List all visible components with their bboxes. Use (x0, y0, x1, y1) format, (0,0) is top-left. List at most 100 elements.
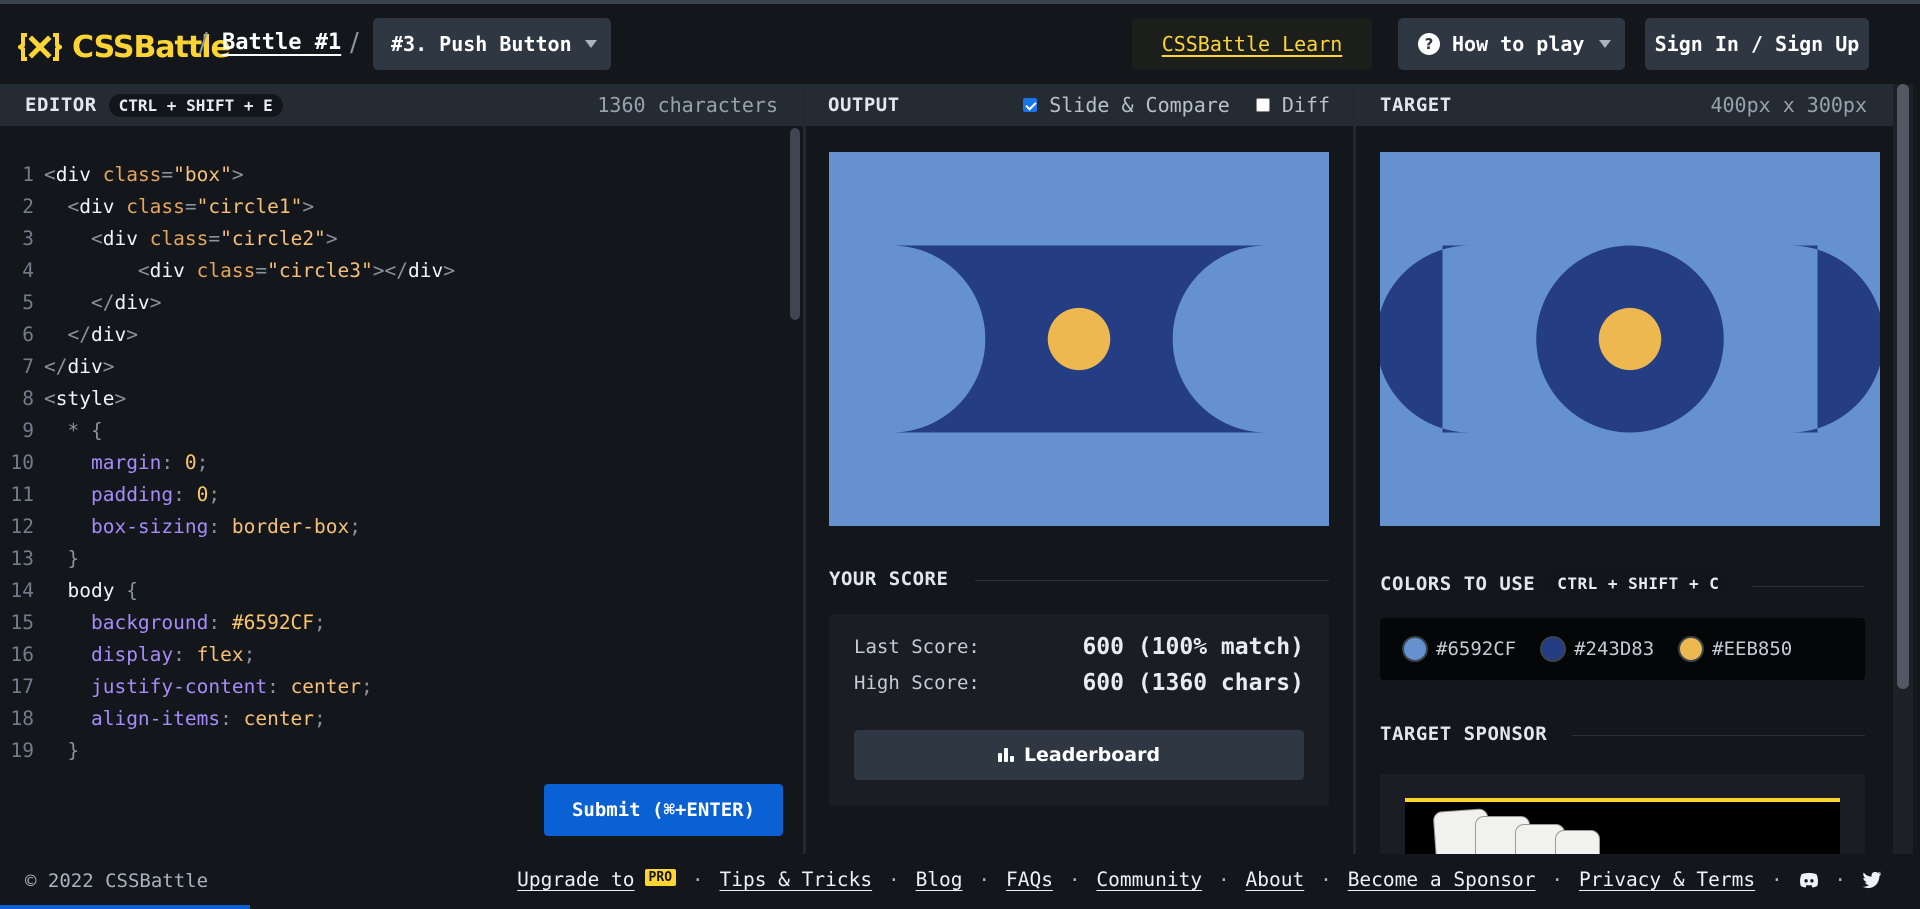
twitter-icon[interactable] (1862, 871, 1882, 889)
diff-checkbox[interactable] (1255, 98, 1270, 112)
last-score-row: Last Score: 600 (100% match) (854, 634, 1304, 660)
slide-compare-checkbox[interactable] (1023, 98, 1038, 112)
code-line[interactable]: 17 justify-content: center; (0, 671, 780, 703)
code-token: : (173, 643, 197, 666)
code-token: } (67, 547, 80, 570)
code-text: <div class="circle1"> (44, 191, 314, 223)
code-line[interactable]: 10 margin: 0; (0, 447, 780, 479)
code-token: < (44, 387, 56, 410)
phone-mockup (1555, 830, 1600, 854)
code-token: > (325, 227, 338, 250)
code-text: } (44, 543, 79, 575)
blog-link[interactable]: Blog (916, 868, 963, 891)
leaderboard-button[interactable]: Leaderboard (854, 730, 1304, 780)
code-line[interactable]: 9 * { (0, 415, 780, 447)
panel-divider[interactable] (803, 84, 806, 854)
code-text: </div> (44, 319, 137, 351)
code-text: } (44, 735, 79, 767)
code-token: "circle1" (196, 195, 303, 218)
code-token: = (184, 195, 197, 218)
code-line[interactable]: 7 </div> (0, 351, 780, 383)
code-token: body (67, 579, 127, 602)
code-line[interactable]: 19 } (0, 735, 780, 767)
privacy-link[interactable]: Privacy & Terms (1579, 868, 1755, 891)
code-line[interactable]: 4 <div class="circle3"></div> (0, 255, 780, 287)
code-token: "box" (173, 163, 232, 186)
code-token: class (196, 259, 256, 282)
code-line[interactable]: 18 align-items: center; (0, 703, 780, 735)
code-token: : (173, 483, 197, 506)
code-text: body { (44, 575, 137, 607)
diff-label[interactable]: Diff (1282, 93, 1330, 117)
chevron-down-icon (585, 40, 597, 48)
code-line[interactable]: 6 </div> (0, 319, 780, 351)
code-token: ></ (372, 259, 408, 282)
community-link[interactable]: Community (1096, 868, 1202, 891)
code-line[interactable]: 15 background: #6592CF; (0, 607, 780, 639)
code-token: : (208, 611, 232, 634)
about-link[interactable]: About (1246, 868, 1305, 891)
bar-chart-icon (997, 748, 1014, 762)
code-text: box-sizing: border-box; (44, 511, 361, 543)
sign-in-button[interactable]: Sign In / Sign Up (1645, 18, 1869, 70)
code-line[interactable]: 16 display: flex; (0, 639, 780, 671)
level-select[interactable]: #3. Push Button (373, 18, 611, 70)
code-token: < (137, 259, 150, 282)
output-preview[interactable] (829, 152, 1329, 526)
code-line[interactable]: 12 box-sizing: border-box; (0, 511, 780, 543)
learn-link[interactable]: CSSBattle Learn (1132, 18, 1372, 70)
sponsor-image[interactable] (1405, 798, 1840, 854)
footer-separator: · (978, 868, 990, 891)
color-dot (1540, 636, 1567, 662)
battle-link[interactable]: Battle #1 (222, 30, 341, 55)
code-line[interactable]: 8 <style> (0, 383, 780, 415)
code-editor[interactable]: 1 <div class="box"> 2 <div class="circle1"… (0, 126, 803, 852)
discord-icon[interactable] (1799, 871, 1819, 889)
page-scrollbar-thumb[interactable] (1897, 84, 1909, 689)
target-preview[interactable] (1380, 152, 1880, 526)
code-token: : (267, 675, 291, 698)
code-line[interactable]: 14 body { (0, 575, 780, 607)
page-scrollbar[interactable] (1893, 84, 1913, 854)
code-line[interactable]: 2 <div class="circle1"> (0, 191, 780, 223)
leaderboard-label: Leaderboard (1023, 744, 1161, 766)
color-swatch[interactable]: #243D83 (1540, 636, 1654, 662)
code-text: <div class="circle3"></div> (44, 255, 455, 287)
code-line[interactable]: 1 <div class="box"> (0, 159, 780, 191)
upgrade-link[interactable]: Upgrade to (517, 868, 634, 891)
submit-button[interactable]: Submit (⌘+ENTER) (544, 784, 783, 836)
color-swatch[interactable]: #6592CF (1402, 636, 1516, 662)
divider (1572, 735, 1865, 736)
how-to-play-button[interactable]: ? How to play (1398, 18, 1625, 70)
tips-link[interactable]: Tips & Tricks (719, 868, 872, 891)
code-lines[interactable]: 1 <div class="box"> 2 <div class="circle1"… (0, 159, 780, 767)
become-sponsor-link[interactable]: Become a Sponsor (1348, 868, 1536, 891)
color-swatch[interactable]: #EEB850 (1678, 636, 1792, 662)
code-line[interactable]: 5 </div> (0, 287, 780, 319)
slide-compare-label[interactable]: Slide & Compare (1049, 93, 1230, 117)
sponsor-title: TARGET SPONSOR (1380, 723, 1548, 745)
code-token: = (161, 163, 174, 186)
code-token: align-items (90, 707, 221, 730)
bottom-accent (0, 905, 250, 909)
faqs-link[interactable]: FAQs (1006, 868, 1053, 891)
code-token: div (114, 291, 150, 314)
code-token: display (90, 643, 174, 666)
line-number: 3 (22, 227, 34, 250)
header: CSSBattle / Battle #1 / #3. Push Button … (0, 4, 1920, 84)
code-line[interactable]: 13 } (0, 543, 780, 575)
code-token: ; (243, 643, 256, 666)
score-panel: Last Score: 600 (100% match) High Score:… (829, 614, 1329, 806)
editor-header: EDITOR CTRL + SHIFT + E 1360 characters (0, 84, 803, 126)
editor-scrollbar[interactable] (790, 128, 800, 320)
code-token: div (79, 195, 127, 218)
chevron-down-icon (1599, 40, 1611, 48)
code-line[interactable]: 11 padding: 0; (0, 479, 780, 511)
panel-divider[interactable] (1353, 84, 1356, 854)
code-line[interactable]: 3 <div class="circle2"> (0, 223, 780, 255)
